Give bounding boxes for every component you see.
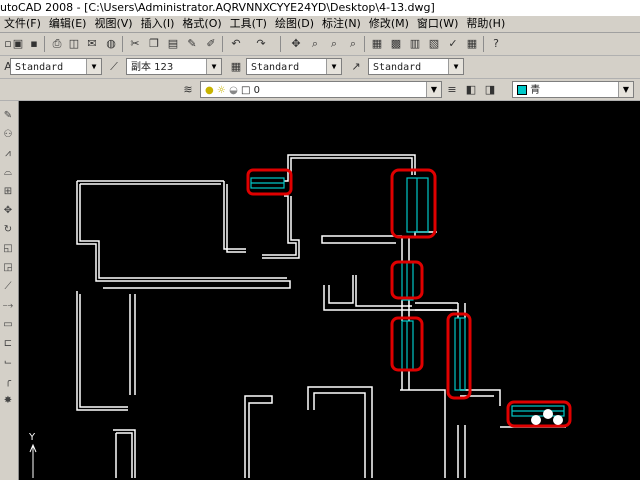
wall — [284, 154, 416, 182]
copy-object-icon[interactable]: ⚇ — [1, 128, 15, 142]
chamfer-icon[interactable]: ⌙ — [1, 356, 15, 370]
wall — [290, 157, 413, 181]
3d-dwf-icon[interactable]: ◍ — [103, 36, 119, 52]
brush-icon[interactable]: ✐ — [203, 36, 219, 52]
menu-bar: 文件(F) 编辑(E) 视图(V) 插入(I) 格式(O) 工具(T) 绘图(D… — [0, 16, 640, 33]
move-icon[interactable]: ✥ — [1, 204, 15, 218]
menu-modify[interactable]: 修改(M) — [365, 16, 413, 32]
styles-toolbar: A Standard ▼ ⟋ 副本 123 ▼ ▦ Standard ▼ ↗ Stan… — [0, 56, 640, 79]
menu-view[interactable]: 视图(V) — [90, 16, 136, 32]
multileader-style-icon[interactable]: ↗ — [348, 59, 364, 75]
wall — [76, 291, 128, 411]
wall — [355, 275, 412, 307]
dim-style-combo[interactable]: 副本 123 ▼ — [126, 58, 222, 75]
pan-icon[interactable]: ✥ — [288, 36, 304, 52]
paste-icon[interactable]: ▤ — [165, 36, 181, 52]
window-title: utoCAD 2008 - [C:\Users\Administrator.AQ… — [0, 0, 640, 16]
help-icon[interactable]: ? — [488, 36, 504, 52]
layers-toolbar: ≋ ● ☼ ◒ □ 0 ▼ ≡ ◧ ◨ 青 ▼ — [0, 79, 640, 101]
text-style-combo[interactable]: Standard ▼ — [10, 58, 102, 75]
explode-icon[interactable]: ✸ — [1, 394, 15, 408]
wall — [307, 386, 373, 478]
offset-icon[interactable]: ⌓ — [1, 166, 15, 180]
match-properties-icon[interactable]: ✎ — [184, 36, 200, 52]
menu-edit[interactable]: 编辑(E) — [45, 16, 91, 32]
menu-format[interactable]: 格式(O) — [178, 16, 225, 32]
wall — [262, 196, 300, 259]
table-style-icon[interactable]: ▦ — [228, 59, 244, 75]
zoom-window-icon[interactable]: ⌕ — [326, 36, 342, 52]
walls — [76, 154, 566, 478]
menu-dimension[interactable]: 标注(N) — [318, 16, 365, 32]
layer-previous-icon[interactable]: ◧ — [463, 82, 479, 98]
erase-icon[interactable]: ✎ — [1, 109, 15, 123]
highlight-box — [446, 312, 472, 400]
wall — [321, 235, 402, 244]
menu-file[interactable]: 文件(F) — [0, 16, 45, 32]
scale-icon[interactable]: ◱ — [1, 242, 15, 256]
layer-manager-icon[interactable]: ≋ — [180, 82, 196, 98]
fillet-icon[interactable]: ╭ — [1, 375, 15, 389]
menu-insert[interactable]: 插入(I) — [137, 16, 179, 32]
copy-icon[interactable]: ❐ — [146, 36, 162, 52]
draw-modify-toolbar: ✎ ⚇ ⩘ ⌓ ⊞ ✥ ↻ ◱ ◲ ⟋ ⤍ ▭ ⊏ ⌙ ╭ ✸ — [0, 101, 19, 480]
sun-icon[interactable]: ☼ — [217, 85, 226, 96]
wall — [116, 432, 133, 478]
menu-tools[interactable]: 工具(T) — [226, 16, 271, 32]
markup-icon[interactable]: ✓ — [445, 36, 461, 52]
table-style-combo[interactable]: Standard ▼ — [246, 58, 342, 75]
wall — [313, 392, 366, 478]
rotate-icon[interactable]: ↻ — [1, 223, 15, 237]
wall — [244, 395, 273, 478]
array-icon[interactable]: ⊞ — [1, 185, 15, 199]
save-icon[interactable]: ▪ — [26, 36, 42, 52]
layer-combo[interactable]: ● ☼ ◒ □ 0 ▼ — [200, 81, 442, 98]
open-icon[interactable]: ▣ — [10, 36, 26, 52]
cut-icon[interactable]: ✂ — [127, 36, 143, 52]
zoom-previous-icon[interactable]: ⌕ — [345, 36, 361, 52]
undo-icon[interactable]: ↶ — [228, 36, 244, 52]
standard-toolbar: ▫ ▣ ▪ ⎙ ◫ ✉ ◍ ✂ ❐ ▤ ✎ ✐ ↶ ↷ ✥ ⌕ ⌕ ⌕ ▦ ▩ … — [0, 33, 640, 56]
wall — [76, 181, 291, 289]
wall — [226, 184, 246, 253]
print-icon[interactable]: ⎙ — [49, 36, 65, 52]
mirror-icon[interactable]: ⩘ — [1, 147, 15, 161]
break-icon[interactable]: ▭ — [1, 318, 15, 332]
join-icon[interactable]: ⊏ — [1, 337, 15, 351]
preview-icon[interactable]: ◫ — [66, 36, 82, 52]
properties-icon[interactable]: ▦ — [369, 36, 385, 52]
ucs-icon — [29, 443, 37, 478]
design-center-icon[interactable]: ▩ — [388, 36, 404, 52]
layer-states-icon[interactable]: ◨ — [482, 82, 498, 98]
publish-icon[interactable]: ✉ — [84, 36, 100, 52]
redo-icon[interactable]: ↷ — [253, 36, 269, 52]
stretch-icon[interactable]: ◲ — [1, 261, 15, 275]
lock-icon[interactable]: ◒ — [229, 85, 238, 96]
dim-style-icon[interactable]: ⟋ — [106, 59, 122, 75]
color-control-combo[interactable]: 青 ▼ — [512, 81, 634, 98]
wall — [400, 389, 446, 478]
color-swatch-icon: □ — [241, 85, 251, 96]
make-current-layer-icon[interactable]: ≡ — [444, 82, 460, 98]
menu-help[interactable]: 帮助(H) — [462, 16, 509, 32]
extend-icon[interactable]: ⤍ — [1, 299, 15, 313]
sheet-set-icon[interactable]: ▧ — [426, 36, 442, 52]
trim-icon[interactable]: ⟋ — [1, 280, 15, 294]
menu-draw[interactable]: 绘图(D) — [271, 16, 318, 32]
multileader-style-combo[interactable]: Standard ▼ — [368, 58, 464, 75]
tool-palettes-icon[interactable]: ▥ — [407, 36, 423, 52]
wall — [79, 294, 128, 408]
wall — [328, 275, 354, 304]
menu-window[interactable]: 窗口(W) — [413, 16, 462, 32]
floor-plan-drawing: Y — [28, 154, 572, 478]
calculator-icon[interactable]: ▦ — [464, 36, 480, 52]
lightbulb-icon[interactable]: ● — [205, 85, 214, 96]
cyan-swatch-icon — [517, 85, 527, 95]
drawing-canvas[interactable]: Y — [19, 101, 640, 480]
wall — [79, 184, 287, 279]
zoom-realtime-icon[interactable]: ⌕ — [307, 36, 323, 52]
ucs-y-label: Y — [28, 432, 36, 443]
